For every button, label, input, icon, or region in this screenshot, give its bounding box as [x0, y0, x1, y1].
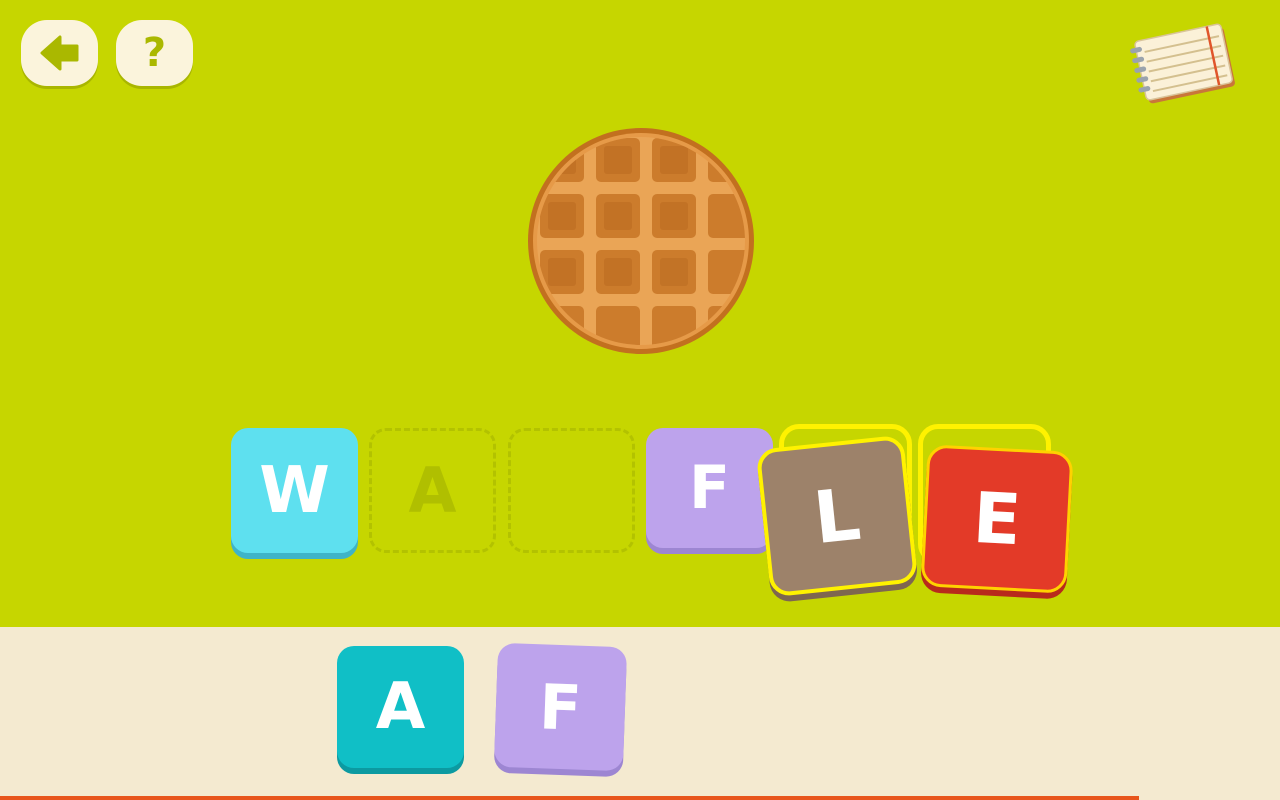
notebook-icon[interactable]	[1128, 14, 1240, 114]
tray-tile-a[interactable]: A	[337, 646, 464, 768]
slot-5-tile-dropped[interactable]: L	[755, 434, 919, 598]
slot-1-letter: W	[259, 453, 330, 528]
back-button[interactable]	[21, 20, 98, 86]
tray-tile-f[interactable]: F	[493, 642, 628, 772]
slot-4-tile: F	[646, 428, 773, 548]
help-icon: ?	[142, 30, 167, 76]
slot-6-letter: E	[970, 476, 1024, 562]
slot-5-letter: L	[809, 471, 865, 561]
slot-3-empty[interactable]	[508, 428, 635, 553]
progress-fill	[0, 796, 1140, 800]
waffle-icon	[528, 128, 754, 354]
tray-tile-a-letter: A	[375, 670, 426, 744]
slot-4-letter: F	[689, 453, 730, 523]
tray-tile-f-letter: F	[538, 669, 583, 745]
arrow-left-icon	[40, 35, 78, 71]
slot-1-tile: W	[231, 428, 358, 553]
slot-6-tile-dropped[interactable]: E	[920, 444, 1074, 594]
help-button[interactable]: ?	[116, 20, 193, 86]
progress-bar	[0, 796, 1280, 800]
slot-2-hint-letter: A	[408, 454, 457, 527]
slot-2-empty[interactable]: A	[369, 428, 496, 553]
letter-tray: A F	[0, 627, 1280, 796]
